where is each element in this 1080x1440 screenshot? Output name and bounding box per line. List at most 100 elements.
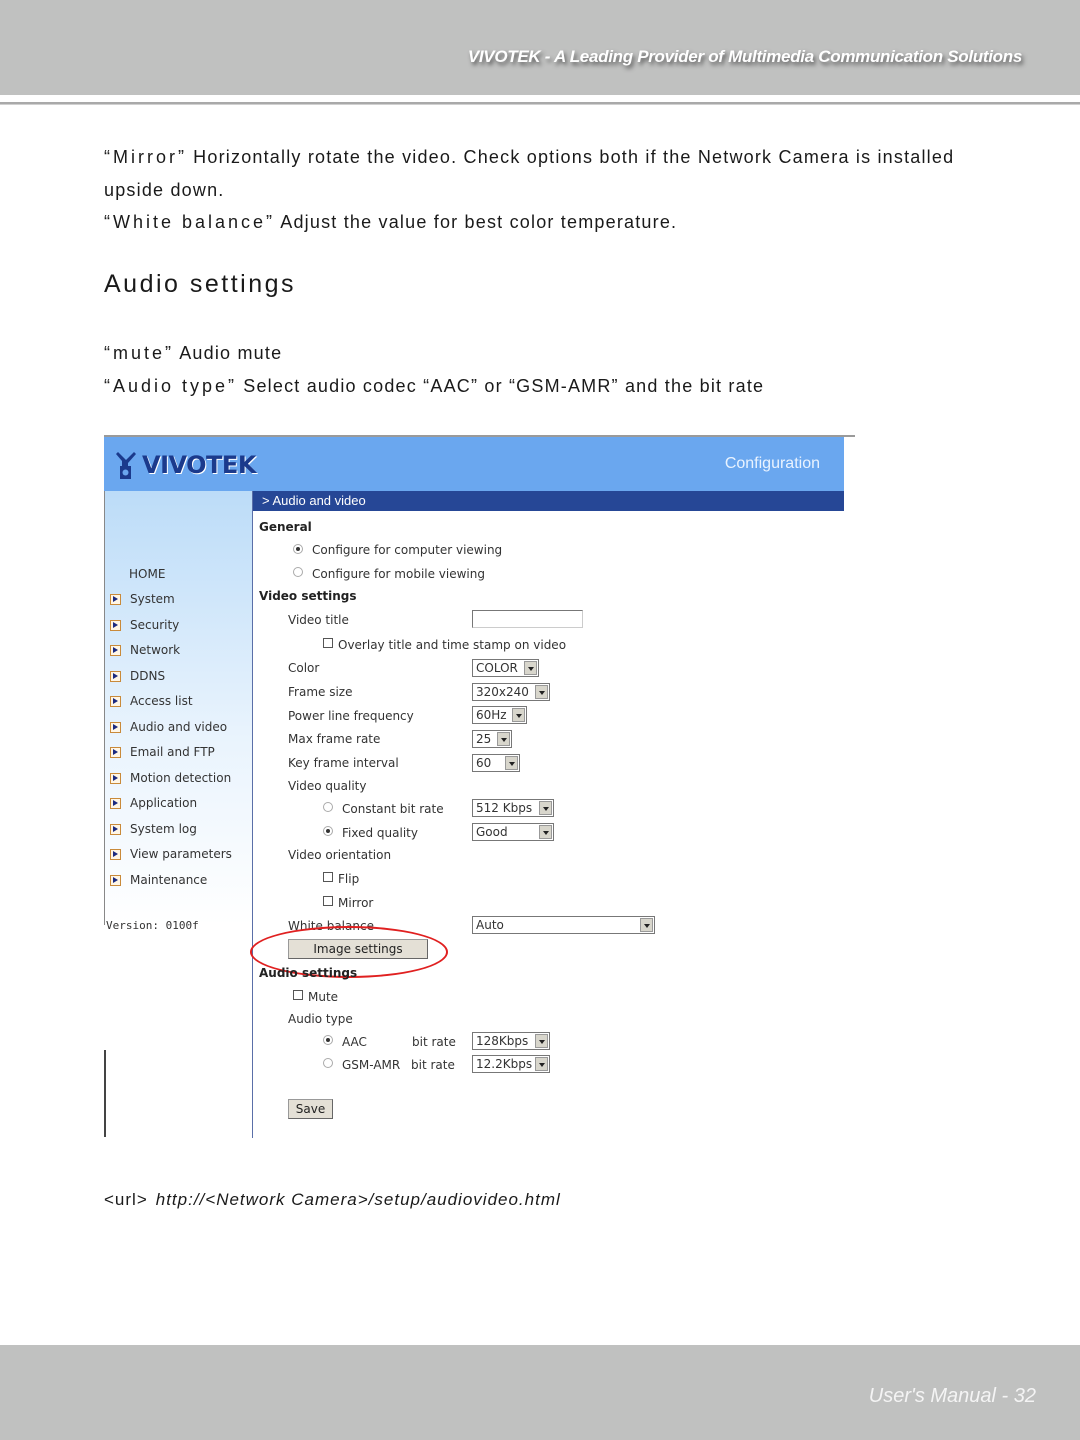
- power-line-label: Power line frequency: [288, 709, 414, 723]
- arrow-icon: [110, 644, 121, 656]
- fixed-quality-select[interactable]: Good: [472, 823, 554, 841]
- logo-text: VIVOTEK: [142, 451, 256, 479]
- mirror-checkbox[interactable]: [323, 896, 333, 906]
- breadcrumb: > Audio and video: [253, 491, 844, 511]
- configuration-title: Configuration: [724, 455, 820, 472]
- url-reference: <url> http://<Network Camera>/setup/audio…: [104, 1190, 561, 1210]
- sidebar-home-link[interactable]: HOME: [129, 567, 165, 581]
- arrow-icon: [110, 670, 121, 682]
- bit-rate-value: 512 Kbps: [476, 801, 533, 815]
- page-footer: User's Manual - 32: [0, 1345, 1080, 1440]
- audio-type-description: “Audio type” Select audio codec “AAC” or…: [104, 370, 764, 403]
- audio-type-label: Audio type: [288, 1012, 353, 1026]
- dropdown-arrow-icon: [535, 1057, 548, 1071]
- aac-label: AAC: [342, 1035, 367, 1049]
- sidebar-item-label: System: [130, 592, 175, 606]
- sidebar-item-view-parameters[interactable]: View parameters: [110, 847, 232, 861]
- dropdown-arrow-icon: [524, 661, 537, 675]
- gsm-bit-rate-select[interactable]: 12.2Kbps: [472, 1055, 550, 1073]
- sidebar-item-system-log[interactable]: System log: [110, 822, 197, 836]
- radio-fixed-quality[interactable]: [323, 826, 333, 836]
- sidebar-item-maintenance[interactable]: Maintenance: [110, 873, 207, 887]
- mirror-description: “Mirror” Horizontally rotate the video. …: [104, 141, 984, 207]
- save-button[interactable]: Save: [288, 1099, 333, 1119]
- video-quality-label: Video quality: [288, 779, 367, 793]
- aac-bit-rate-label: bit rate: [412, 1035, 456, 1049]
- sidebar-item-audio-and-video[interactable]: Audio and video: [110, 720, 227, 734]
- sidebar-item-label: Network: [130, 643, 181, 657]
- dropdown-arrow-icon: [539, 825, 552, 839]
- bit-rate-select[interactable]: 512 Kbps: [472, 799, 554, 817]
- general-section-title: General: [259, 520, 312, 534]
- sidebar-item-label: System log: [130, 822, 197, 836]
- frame-size-select[interactable]: 320x240: [472, 683, 550, 701]
- sidebar-item-security[interactable]: Security: [110, 618, 179, 632]
- sidebar-item-label: Email and FTP: [130, 745, 215, 759]
- mobile-viewing-label: Configure for mobile viewing: [312, 567, 485, 581]
- video-title-input[interactable]: [472, 610, 583, 628]
- sidebar-item-label: Application: [130, 796, 198, 810]
- sidebar-item-label: Motion detection: [130, 771, 232, 785]
- section-heading: Audio settings: [104, 270, 297, 298]
- radio-gsm-amr[interactable]: [323, 1058, 333, 1068]
- overlay-checkbox[interactable]: [323, 638, 333, 648]
- radio-aac[interactable]: [323, 1035, 333, 1045]
- dropdown-arrow-icon: [535, 1034, 548, 1048]
- arrow-icon: [110, 619, 121, 631]
- url-label: <url>: [104, 1190, 148, 1209]
- fixed-quality-label: Fixed quality: [342, 826, 418, 840]
- mirror-term: “Mirror”: [104, 147, 187, 167]
- sidebar-item-label: DDNS: [130, 669, 166, 683]
- sidebar: HOME System Security Network DDNS Access…: [104, 491, 252, 932]
- arrow-icon: [110, 695, 121, 707]
- sidebar-item-ddns[interactable]: DDNS: [110, 669, 165, 683]
- firmware-version: Version: 0100f: [106, 919, 199, 932]
- mute-checkbox[interactable]: [293, 990, 303, 1000]
- key-frame-select[interactable]: 60: [472, 754, 520, 772]
- mirror-desc: Horizontally rotate the video. Check opt…: [104, 147, 955, 200]
- sidebar-item-network[interactable]: Network: [110, 643, 180, 657]
- image-settings-button[interactable]: Image settings: [288, 939, 428, 959]
- radio-computer-viewing[interactable]: [293, 544, 303, 554]
- header-tagline: VIVOTEK - A Leading Provider of Multimed…: [467, 47, 1022, 66]
- config-screenshot: VIVOTEK Configuration HOME System Securi…: [104, 435, 855, 1140]
- gsm-amr-label: GSM-AMR: [342, 1058, 401, 1072]
- aac-bit-rate-value: 128Kbps: [476, 1034, 529, 1048]
- key-frame-value: 60: [476, 756, 492, 770]
- mute-term: “mute”: [104, 343, 175, 363]
- dropdown-arrow-icon: [497, 732, 510, 746]
- dropdown-arrow-icon: [505, 756, 518, 770]
- sidebar-item-system[interactable]: System: [110, 592, 175, 606]
- sidebar-item-label: View parameters: [130, 847, 232, 861]
- flip-checkbox[interactable]: [323, 872, 333, 882]
- power-line-value: 60Hz: [476, 708, 507, 722]
- wb-desc: Adjust the value for best color temperat…: [275, 212, 678, 232]
- max-frame-rate-value: 25: [476, 732, 492, 746]
- constant-bit-rate-label: Constant bit rate: [342, 802, 444, 816]
- arrow-icon: [110, 797, 121, 809]
- radio-mobile-viewing[interactable]: [293, 567, 303, 577]
- video-settings-title: Video settings: [259, 589, 357, 603]
- sidebar-item-motion-detection[interactable]: Motion detection: [110, 771, 231, 785]
- content-divider: [252, 491, 253, 1138]
- arrow-icon: [110, 721, 121, 733]
- max-frame-rate-label: Max frame rate: [288, 732, 381, 746]
- white-balance-select[interactable]: Auto: [472, 916, 655, 934]
- color-label: Color: [288, 661, 320, 675]
- max-frame-rate-select[interactable]: 25: [472, 730, 512, 748]
- wb-term: “White balance”: [104, 212, 276, 232]
- radio-constant-bit-rate[interactable]: [323, 802, 333, 812]
- power-line-select[interactable]: 60Hz: [472, 706, 527, 724]
- gsm-bit-rate-label: bit rate: [411, 1058, 455, 1072]
- sidebar-item-email-and-ftp[interactable]: Email and FTP: [110, 745, 215, 759]
- mute-desc: Audio mute: [174, 343, 283, 363]
- camera-logo-icon: [116, 452, 136, 479]
- sidebar-item-access-list[interactable]: Access list: [110, 694, 193, 708]
- color-select[interactable]: COLOR: [472, 659, 539, 677]
- arrow-icon: [110, 823, 121, 835]
- url-value: http://<Network Camera>/setup/audiovideo…: [155, 1190, 561, 1209]
- gsm-bit-rate-value: 12.2Kbps: [476, 1057, 533, 1071]
- sidebar-item-application[interactable]: Application: [110, 796, 197, 810]
- aac-bit-rate-select[interactable]: 128Kbps: [472, 1032, 550, 1050]
- fixed-quality-value: Good: [476, 825, 508, 839]
